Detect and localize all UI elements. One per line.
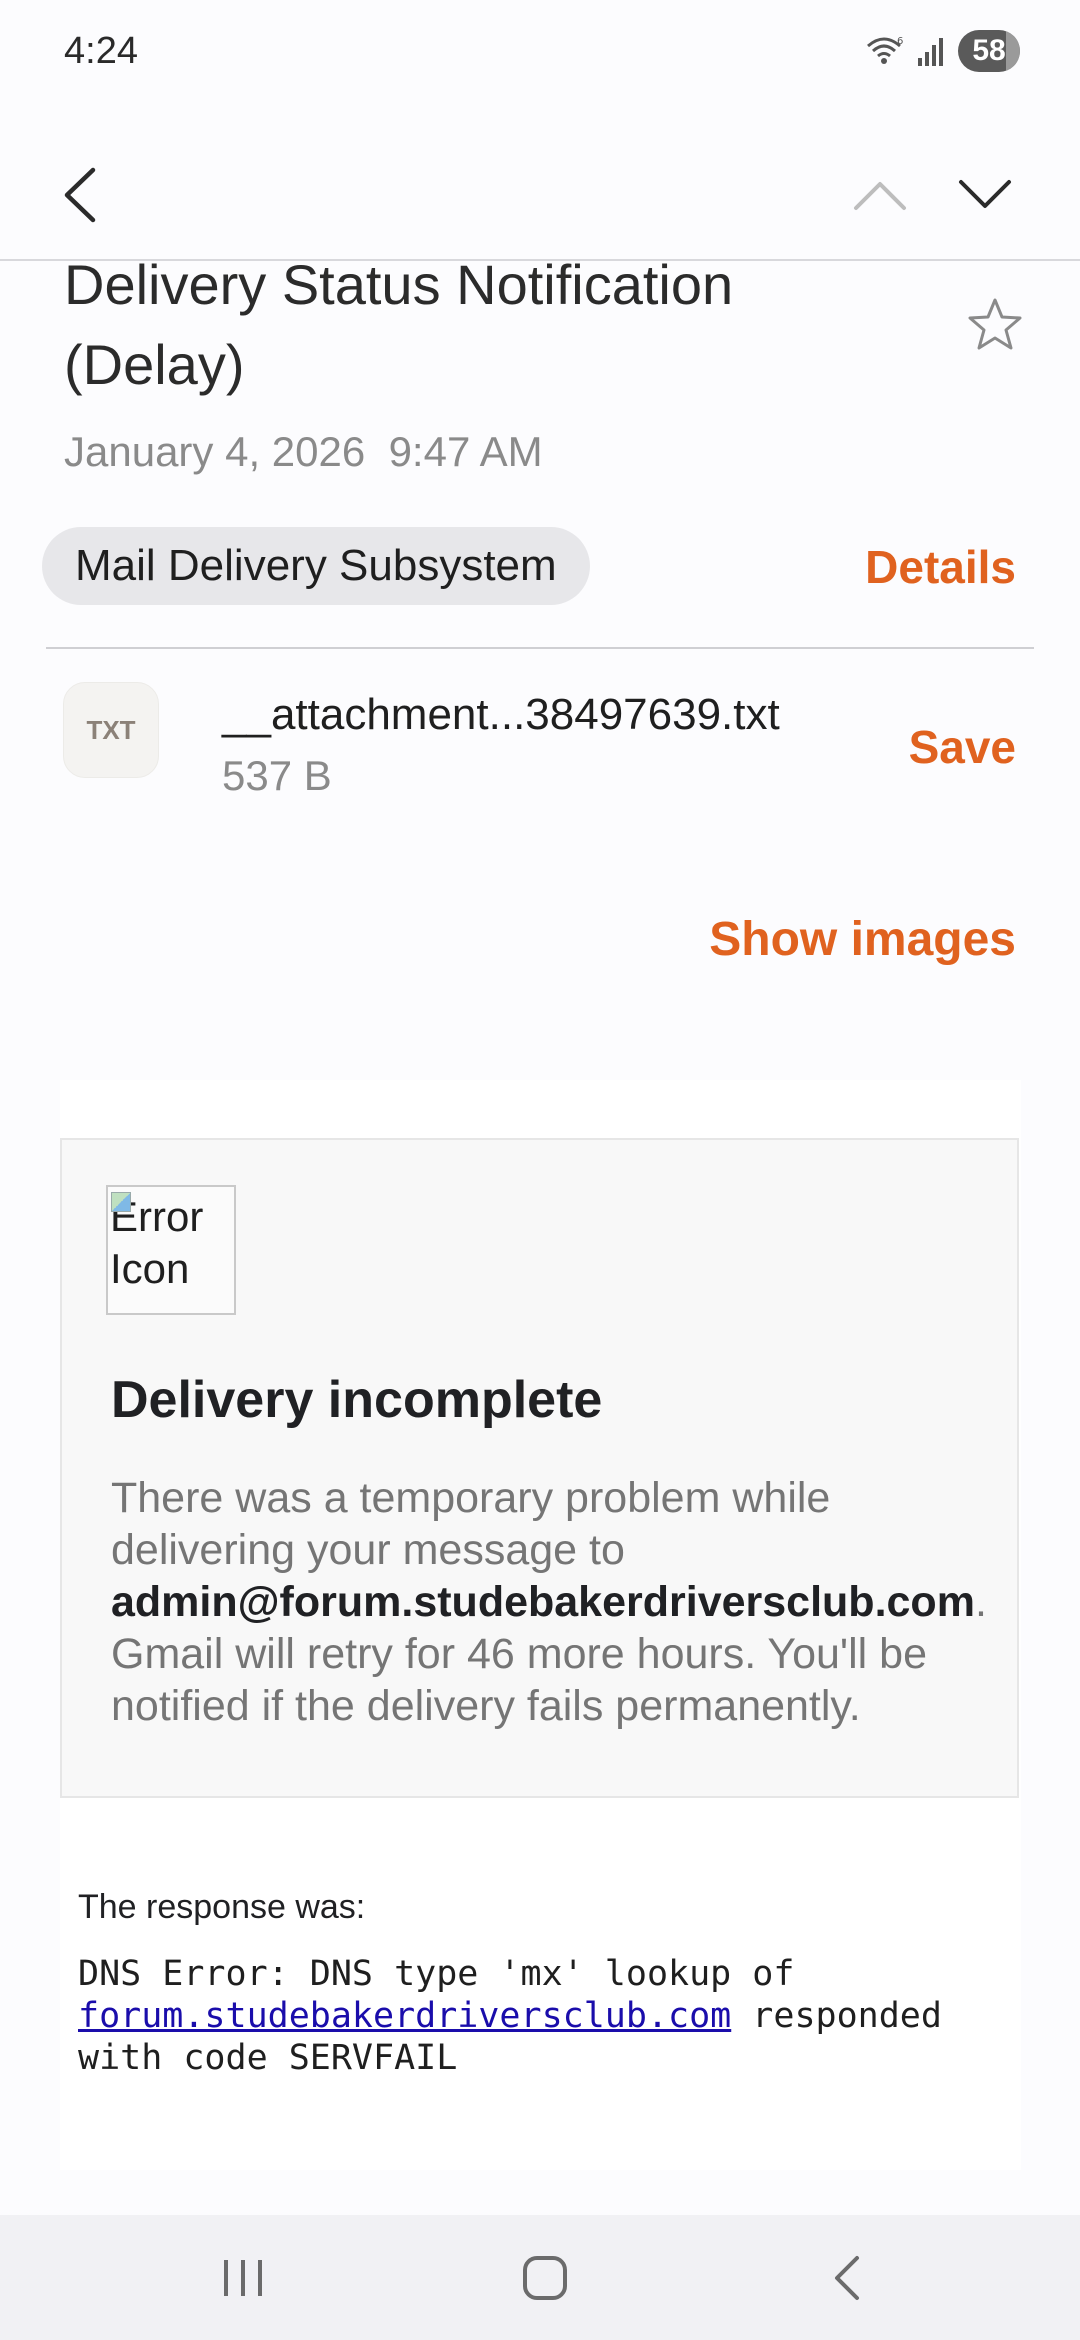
save-attachment-button[interactable]: Save	[909, 720, 1016, 774]
response-label: The response was:	[78, 1888, 366, 1926]
next-icon	[959, 180, 1011, 208]
home-icon	[523, 2255, 567, 2300]
nav-back-button[interactable]	[777, 2215, 917, 2340]
nav-back-icon	[835, 2255, 859, 2300]
delivery-message: There was a temporary problem while deli…	[111, 1472, 991, 1732]
recents-icon	[224, 2259, 262, 2296]
status-icons: 6 58	[864, 30, 1020, 72]
signal-icon	[918, 38, 943, 66]
delivery-text-before: There was a temporary problem while deli…	[111, 1474, 831, 1574]
back-button[interactable]	[55, 162, 105, 228]
email-date-time: 9:47 AM	[388, 428, 543, 475]
next-email-button[interactable]	[955, 170, 1015, 220]
previous-email-button[interactable]	[850, 170, 910, 220]
txt-file-icon[interactable]: TXT	[63, 682, 159, 778]
svg-text:6: 6	[897, 36, 903, 47]
recipient-address: admin@forum.studebakerdriversclub.com	[111, 1578, 975, 1626]
battery-level: 58	[972, 34, 1006, 67]
attachment-size: 537 B	[222, 752, 332, 799]
response-code: DNS Error: DNS type 'mx' lookup of forum…	[78, 1953, 978, 2079]
wifi-icon: 6	[867, 36, 903, 64]
email-subject: Delivery Status Notification (Delay)	[64, 253, 734, 396]
attachment-name[interactable]: __attachment...38497639.txt	[222, 690, 780, 740]
status-time: 4:24	[64, 30, 138, 72]
error-icon-image: Error Icon	[106, 1185, 236, 1315]
header-bar	[0, 140, 1080, 260]
email-date: January 4, 2026 9:47 AM	[64, 428, 543, 476]
home-button[interactable]	[475, 2215, 615, 2340]
broken-image-icon	[111, 1192, 131, 1212]
star-icon	[968, 298, 1022, 350]
sender-divider	[46, 647, 1034, 649]
battery-icon: 58	[958, 30, 1020, 72]
domain-link[interactable]: forum.studebakerdriversclub.com	[78, 1996, 731, 2036]
navigation-bar	[0, 2215, 1080, 2340]
delivery-title: Delivery incomplete	[111, 1371, 603, 1429]
show-images-button[interactable]: Show images	[709, 912, 1016, 967]
details-button[interactable]: Details	[865, 540, 1016, 594]
previous-icon	[854, 182, 906, 210]
email-date-day: January 4, 2026	[64, 428, 366, 475]
back-icon	[64, 167, 96, 223]
response-text-before: DNS Error: DNS type 'mx' lookup of	[78, 1954, 795, 1994]
star-button[interactable]	[965, 295, 1025, 355]
sender-chip[interactable]: Mail Delivery Subsystem	[42, 527, 590, 605]
recents-button[interactable]	[173, 2215, 313, 2340]
